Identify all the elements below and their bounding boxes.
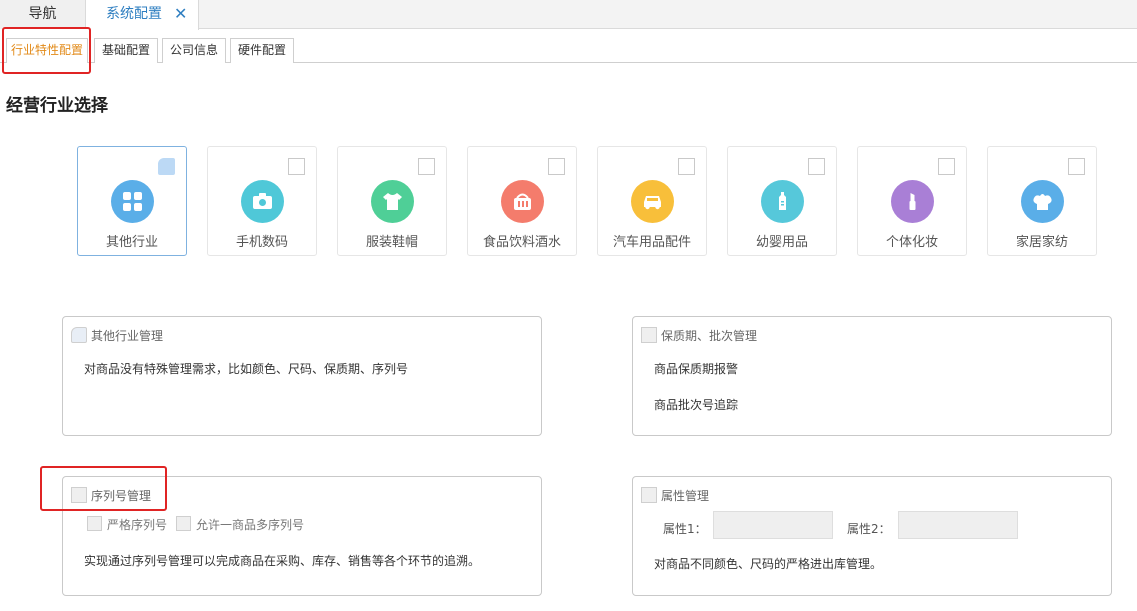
industry-checkbox[interactable]	[808, 158, 825, 175]
industry-checkbox[interactable]	[1068, 158, 1085, 175]
industry-card-cosmetics[interactable]: 个体化妆	[857, 146, 967, 256]
panel-expiry-batch: 保质期、批次管理 商品保质期报警 商品批次号追踪	[632, 316, 1112, 436]
panel-checkbox[interactable]	[641, 487, 657, 503]
industry-card-clothing[interactable]: 服装鞋帽	[337, 146, 447, 256]
batch-tracking-text: 商品批次号追踪	[654, 398, 739, 412]
industry-card-baby[interactable]: 幼婴用品	[727, 146, 837, 256]
panel-description: 实现通过序列号管理可以完成商品在采购、库存、销售等各个环节的追溯。	[84, 554, 481, 568]
industry-checkbox[interactable]	[548, 158, 565, 175]
tab-navigation[interactable]: 导航	[0, 0, 86, 29]
industry-checkbox[interactable]	[288, 158, 305, 175]
tab-basic-config[interactable]: 基础配置	[94, 38, 158, 63]
attr2-label: 属性2：	[847, 522, 891, 536]
panel-description: 对商品不同颜色、尺码的严格进出库管理。	[654, 557, 883, 571]
baby-bottle-icon	[761, 180, 804, 223]
industry-label: 服装鞋帽	[365, 235, 418, 250]
attr1-input[interactable]	[713, 511, 833, 539]
industry-label: 幼婴用品	[755, 235, 808, 250]
highlight-annotation-tab	[2, 27, 91, 74]
grid-icon	[111, 180, 154, 223]
industry-label: 家居家纺	[1015, 235, 1068, 250]
panel-checkbox[interactable]	[641, 327, 657, 343]
industry-label: 个体化妆	[885, 235, 938, 250]
strict-serial-label: 严格序列号	[107, 518, 168, 532]
multi-serial-label: 允许一商品多序列号	[196, 518, 305, 532]
industry-checkbox[interactable]	[678, 158, 695, 175]
industry-label: 食品饮料酒水	[482, 235, 561, 250]
camera-icon	[241, 180, 284, 223]
industry-label: 其他行业	[105, 235, 158, 250]
panel-other-industry: 其他行业管理 对商品没有特殊管理需求，比如颜色、尺码、保质期、序列号	[62, 316, 542, 436]
panel-title: 其他行业管理	[91, 329, 164, 343]
lipstick-icon	[891, 180, 934, 223]
tab-system-config-label: 系统配置	[106, 6, 162, 22]
industry-card-auto[interactable]: 汽车用品配件	[597, 146, 707, 256]
food-basket-icon	[501, 180, 544, 223]
industry-label: 汽车用品配件	[612, 235, 691, 250]
tab-hardware-config[interactable]: 硬件配置	[230, 38, 294, 63]
industry-label: 手机数码	[235, 235, 288, 250]
tab-system-config[interactable]: 系统配置 ✕	[86, 0, 199, 30]
section-title: 经营行业选择	[6, 96, 108, 116]
panel-title: 属性管理	[661, 489, 710, 503]
attr2-input[interactable]	[898, 511, 1018, 539]
close-icon[interactable]: ✕	[174, 0, 187, 28]
config-sub-tabs: 行业特性配置 基础配置 公司信息 硬件配置	[0, 38, 1137, 63]
panel-attribute-management: 属性管理 属性1： 属性2： 对商品不同颜色、尺码的严格进出库管理。	[632, 476, 1112, 596]
car-icon	[631, 180, 674, 223]
highlight-annotation-serial	[40, 466, 167, 511]
chef-hat-icon	[1021, 180, 1064, 223]
panel-title: 保质期、批次管理	[661, 329, 758, 343]
industry-checkbox[interactable]	[158, 158, 175, 175]
multi-serial-checkbox[interactable]	[176, 516, 191, 531]
industry-card-other[interactable]: 其他行业	[77, 146, 187, 256]
industry-card-food[interactable]: 食品饮料酒水	[467, 146, 577, 256]
window-tab-bar: 导航 系统配置 ✕	[0, 0, 1137, 30]
strict-serial-checkbox[interactable]	[87, 516, 102, 531]
tab-company-info[interactable]: 公司信息	[162, 38, 226, 63]
shirt-icon	[371, 180, 414, 223]
industry-card-home-textile[interactable]: 家居家纺	[987, 146, 1097, 256]
expiry-alarm-text: 商品保质期报警	[654, 362, 739, 376]
panel-description: 对商品没有特殊管理需求，比如颜色、尺码、保质期、序列号	[84, 362, 409, 376]
panel-checkbox[interactable]	[71, 327, 87, 343]
industry-card-mobile[interactable]: 手机数码	[207, 146, 317, 256]
industry-checkbox[interactable]	[418, 158, 435, 175]
attr1-label: 属性1：	[663, 522, 707, 536]
industry-checkbox[interactable]	[938, 158, 955, 175]
